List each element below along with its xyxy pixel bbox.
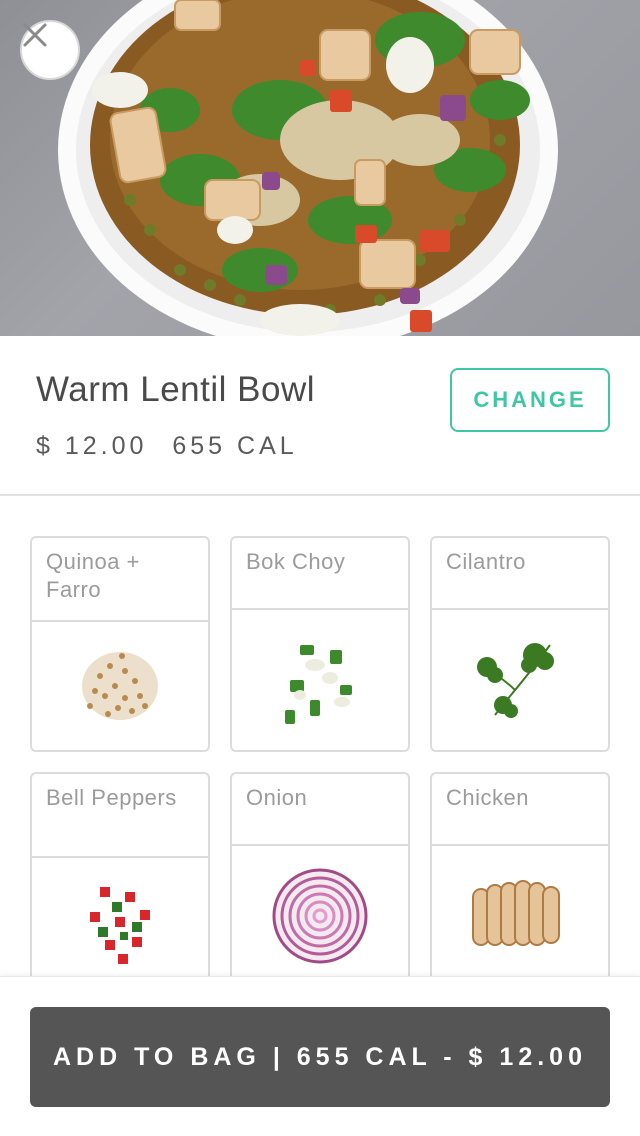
bok-choy-icon xyxy=(285,645,352,724)
add-to-bag-button[interactable]: ADD TO BAG | 655 CAL - $ 12.00 xyxy=(30,1007,610,1107)
item-price: $ 12.00 xyxy=(36,432,148,460)
ingredient-card-bell-peppers[interactable]: Bell Peppers xyxy=(30,772,210,976)
ingredient-card-cilantro[interactable]: Cilantro xyxy=(430,536,610,752)
item-name: Warm Lentil Bowl xyxy=(36,370,315,409)
ingredient-card-chicken[interactable]: Chicken xyxy=(430,772,610,976)
ingredient-label: Quinoa + Farro xyxy=(32,538,208,622)
bottom-bar: ADD TO BAG | 655 CAL - $ 12.00 xyxy=(0,976,640,1136)
ingredient-card-onion[interactable]: Onion xyxy=(230,772,410,976)
lentil-bowl-photo xyxy=(58,0,558,336)
close-button[interactable] xyxy=(20,20,80,80)
grain-icon xyxy=(82,652,158,720)
ingredient-card-quinoa-farro[interactable]: Quinoa + Farro xyxy=(30,536,210,752)
chicken-icon xyxy=(472,880,560,946)
ingredient-label: Onion xyxy=(232,774,408,846)
change-button[interactable]: CHANGE xyxy=(450,368,610,432)
ingredient-grid: Quinoa + Farro Bok Choy Cilantro Bell Pe… xyxy=(30,536,610,976)
ingredient-label: Bell Peppers xyxy=(32,774,208,858)
ingredient-label: Cilantro xyxy=(432,538,608,610)
item-info: Warm Lentil Bowl $ 12.00 655 CAL CHANGE xyxy=(0,336,640,496)
ingredient-label: Bok Choy xyxy=(232,538,408,610)
onion-icon xyxy=(272,868,368,964)
ingredient-card-bok-choy[interactable]: Bok Choy xyxy=(230,536,410,752)
cilantro-icon xyxy=(477,643,554,718)
price-calories-row: $ 12.00 655 CAL xyxy=(36,432,312,461)
close-icon xyxy=(23,23,47,47)
bell-pepper-icon xyxy=(90,887,150,964)
ingredient-label: Chicken xyxy=(432,774,608,846)
hero-image xyxy=(0,0,640,336)
item-calories: 655 CAL xyxy=(172,432,298,460)
